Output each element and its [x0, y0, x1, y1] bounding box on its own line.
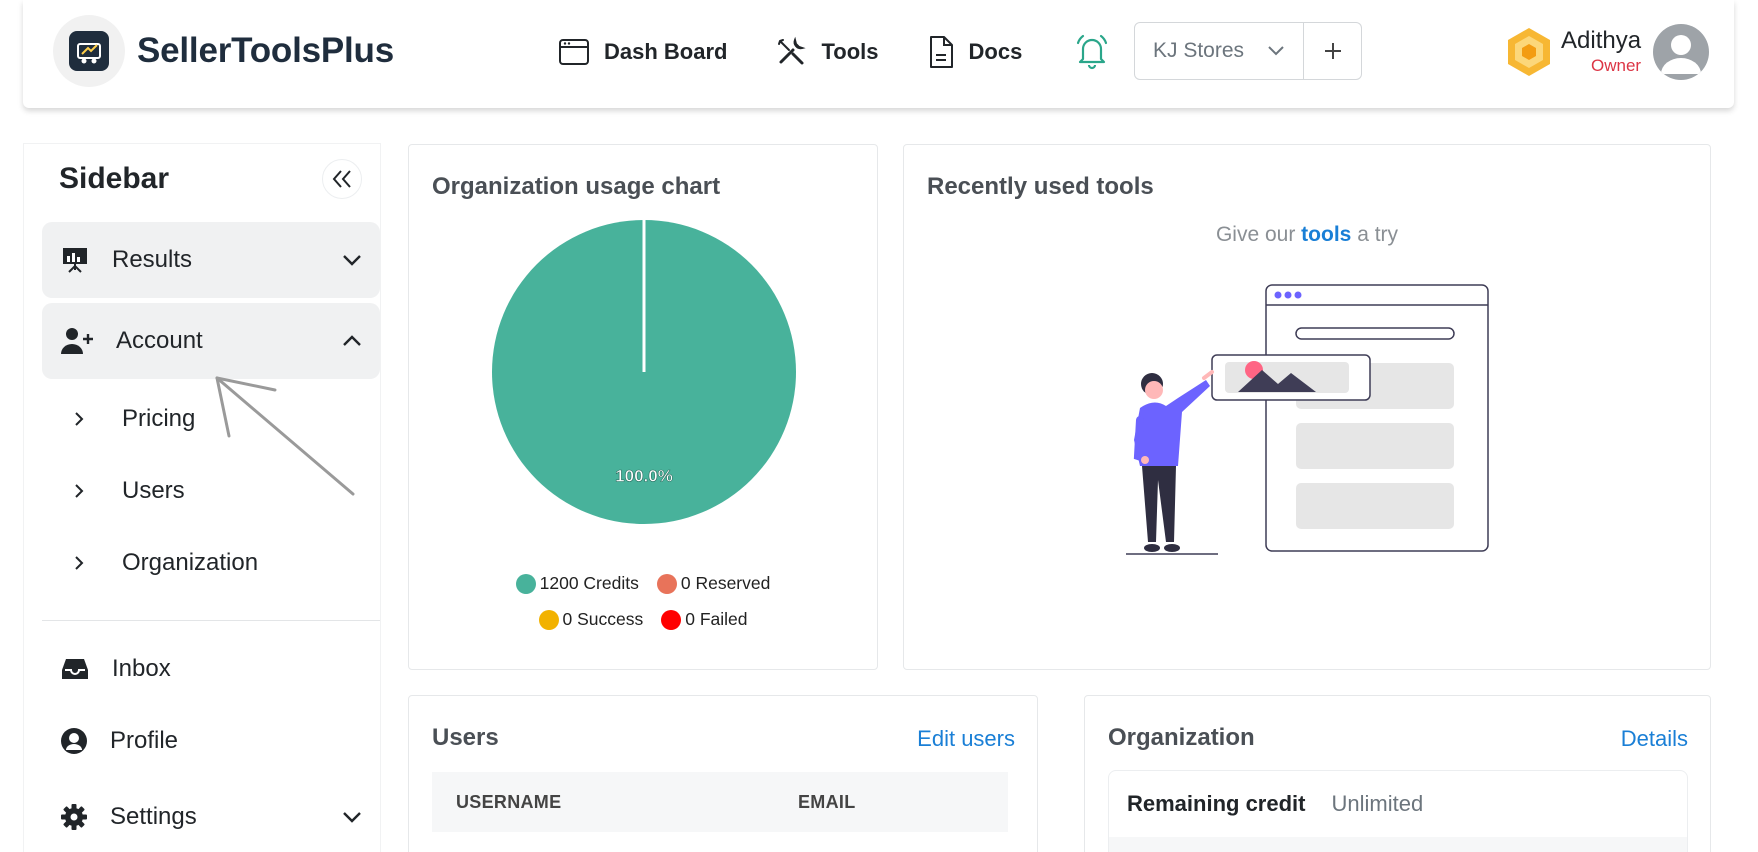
legend-label-failed: 0 Failed: [685, 609, 748, 629]
chevron-up-icon: [343, 335, 361, 346]
brand-logo: [53, 15, 125, 87]
chevron-down-icon: [1268, 46, 1284, 56]
store-select[interactable]: KJ Stores: [1134, 22, 1304, 80]
sidebar-divider: [42, 620, 380, 621]
sidebar: Sidebar Results Account Pricing Users Or…: [23, 143, 381, 852]
usage-chart-card: Organization usage chart 100.0% 1200 Cre…: [408, 144, 878, 670]
legend-label-success: 0 Success: [562, 609, 644, 629]
recent-tools-title: Recently used tools: [927, 173, 1154, 200]
legend-item-success[interactable]: 0 Success: [538, 609, 644, 630]
empty-state-illustration: [1126, 284, 1489, 555]
store-select-value: KJ Stores: [1153, 39, 1245, 62]
sidebar-item-profile[interactable]: Profile: [42, 703, 380, 779]
presentation-chart-icon: [63, 248, 87, 273]
sidebar-item-inbox-label: Inbox: [112, 655, 171, 682]
add-store-button[interactable]: [1304, 22, 1362, 80]
nav-tools[interactable]: Tools: [775, 36, 879, 68]
organization-details-box: Remaining credit Unlimited: [1108, 770, 1688, 852]
notifications-button[interactable]: [1075, 33, 1109, 71]
avatar[interactable]: [1653, 24, 1710, 80]
tools-icon: [778, 36, 807, 65]
org-row-placeholder: [1109, 837, 1687, 852]
legend-dot-failed: [661, 609, 682, 630]
sidebar-subitem-organization-label: Organization: [122, 549, 259, 576]
legend-item-credits[interactable]: 1200 Credits: [515, 573, 639, 594]
user-role: Owner: [1590, 56, 1642, 75]
sidebar-subitem-pricing-label: Pricing: [122, 405, 196, 432]
gear-icon: [61, 804, 87, 830]
legend-dot-success: [538, 609, 559, 630]
sidebar-title: Sidebar: [59, 162, 170, 195]
sidebar-subitem-users-label: Users: [122, 477, 185, 504]
user-name: Adithya: [1561, 27, 1642, 54]
sidebar-item-account-label: Account: [116, 327, 203, 354]
store-selector-group: KJ Stores: [1134, 22, 1362, 80]
users-card: Users Edit users USERNAME EMAIL: [408, 695, 1038, 852]
legend-dot-reserved: [656, 573, 677, 594]
sidebar-item-inbox[interactable]: Inbox: [42, 631, 380, 707]
edit-users-link[interactable]: Edit users: [917, 726, 1015, 752]
nav-dashboard[interactable]: Dash Board: [558, 37, 727, 67]
document-icon: [929, 36, 953, 68]
usage-pie-chart: 100.0%: [492, 220, 796, 524]
legend-row-1: 1200 Credits 0 Reserved: [409, 573, 877, 594]
legend-dot-credits: [515, 573, 536, 594]
pie-data-label: 100.0%: [615, 466, 673, 485]
column-header-email[interactable]: EMAIL: [798, 792, 856, 813]
inbox-icon: [62, 659, 88, 679]
chevron-right-icon: [75, 484, 84, 498]
details-link[interactable]: Details: [1621, 726, 1688, 752]
organization-card-title: Organization: [1108, 724, 1255, 751]
hexagon-badge-icon: [1508, 28, 1550, 76]
legend-item-failed[interactable]: 0 Failed: [661, 609, 748, 630]
sidebar-item-settings[interactable]: Settings: [42, 779, 380, 852]
legend-item-reserved[interactable]: 0 Reserved: [656, 573, 771, 594]
sidebar-item-results-label: Results: [112, 246, 193, 273]
org-row-remaining-credit: Remaining credit Unlimited: [1109, 771, 1687, 837]
double-chevron-left-icon: [332, 170, 351, 188]
try-tools-text: Give our tools a try: [904, 223, 1710, 247]
nav-tools-label: Tools: [821, 39, 879, 64]
organization-card: Organization Details Remaining credit Un…: [1084, 695, 1711, 852]
usage-chart-title: Organization usage chart: [432, 173, 721, 200]
chevron-down-icon: [343, 255, 361, 266]
nav-docs[interactable]: Docs: [927, 35, 1023, 69]
org-row-key: Remaining credit: [1127, 791, 1306, 816]
org-row-value: Unlimited: [1331, 791, 1424, 816]
chevron-right-icon: [75, 412, 84, 426]
collapse-sidebar-button[interactable]: [322, 159, 362, 199]
sidebar-subitem-pricing[interactable]: Pricing: [74, 399, 195, 439]
users-table-header: USERNAME EMAIL: [432, 772, 1008, 832]
user-silhouette-icon: [1661, 35, 1702, 74]
legend-row-2: 0 Success 0 Failed: [409, 609, 877, 630]
chevron-right-icon: [75, 556, 84, 570]
brand-name: SellerToolsPlus: [137, 31, 394, 70]
tools-link[interactable]: tools: [1301, 223, 1351, 246]
browser-window-icon: [559, 39, 589, 65]
bell-icon: [1077, 34, 1108, 70]
brand[interactable]: SellerToolsPlus: [53, 15, 394, 87]
nav-docs-label: Docs: [968, 39, 1023, 64]
sidebar-item-profile-label: Profile: [110, 727, 179, 754]
sidebar-subitem-organization[interactable]: Organization: [74, 543, 258, 583]
legend-label-reserved: 0 Reserved: [680, 573, 771, 593]
chevron-down-icon: [343, 812, 361, 823]
main-nav: Dash Board Tools Docs: [558, 24, 1153, 80]
user-menu[interactable]: Adithya Owner: [1505, 22, 1710, 82]
column-header-username[interactable]: USERNAME: [456, 792, 798, 813]
sidebar-item-results[interactable]: Results: [42, 222, 380, 298]
user-circle-icon: [61, 728, 87, 754]
top-navbar: SellerToolsPlus Dash Board Tools Docs KJ…: [23, 0, 1734, 108]
user-plus-icon: [61, 328, 93, 354]
nav-dashboard-label: Dash Board: [604, 39, 728, 64]
sidebar-item-account[interactable]: Account: [42, 303, 380, 379]
try-prefix: Give our: [1215, 223, 1296, 246]
legend-label-credits: 1200 Credits: [539, 573, 639, 593]
users-card-title: Users: [432, 724, 499, 751]
recent-tools-card: Recently used tools Give our tools a try: [903, 144, 1711, 670]
sidebar-item-settings-label: Settings: [110, 803, 197, 830]
try-suffix: a try: [1357, 223, 1399, 246]
plus-icon: [1324, 43, 1341, 59]
sidebar-subitem-users[interactable]: Users: [74, 471, 185, 511]
